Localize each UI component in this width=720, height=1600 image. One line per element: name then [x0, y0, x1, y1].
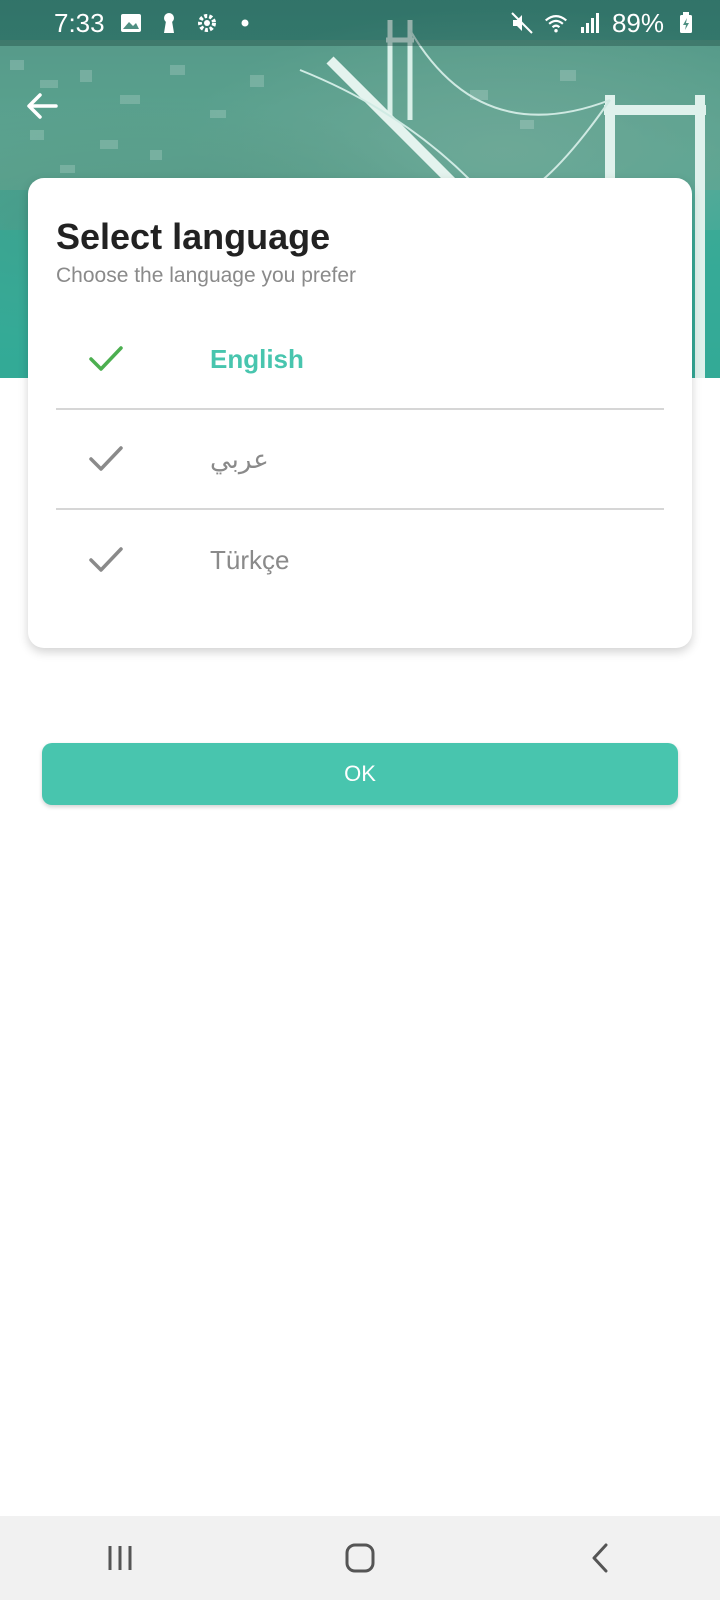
language-card: Select language Choose the language you …	[28, 178, 692, 648]
card-title: Select language	[56, 216, 331, 257]
status-time: 7:33	[54, 7, 105, 38]
battery-charging-icon	[674, 11, 698, 35]
card-subtitle: Choose the language you prefer	[56, 264, 357, 287]
language-option-arabic[interactable]: عربي	[56, 410, 664, 510]
image-icon	[119, 11, 143, 35]
language-label: English	[210, 343, 304, 374]
battery-percentage: 89%	[611, 7, 664, 38]
check-icon	[86, 439, 126, 479]
keyhole-icon	[157, 11, 181, 35]
gear-icon	[195, 11, 219, 35]
back-arrow-button[interactable]	[22, 86, 62, 126]
status-bar: 7:33 89%	[0, 0, 720, 46]
language-label: عربي	[210, 443, 269, 474]
home-button[interactable]	[330, 1528, 390, 1588]
home-icon	[345, 1543, 375, 1573]
language-label: Türkçe	[210, 544, 290, 575]
language-option-turkish[interactable]: Türkçe	[56, 510, 664, 610]
check-icon	[86, 339, 126, 379]
ok-button[interactable]: OK	[42, 743, 678, 805]
status-bar-left: 7:33	[54, 8, 257, 39]
recent-apps-icon	[108, 1546, 132, 1570]
system-back-button[interactable]	[570, 1528, 630, 1588]
recent-apps-button[interactable]	[90, 1528, 150, 1588]
language-list: English عربي Türkçe	[56, 310, 664, 610]
back-icon	[592, 1543, 608, 1573]
signal-icon	[578, 11, 602, 35]
mute-icon	[510, 11, 534, 35]
language-option-english[interactable]: English	[56, 310, 664, 410]
status-bar-right: 89%	[510, 8, 698, 39]
check-icon	[86, 540, 126, 580]
arrow-left-icon	[27, 93, 58, 119]
wifi-icon	[544, 11, 568, 35]
dot-icon	[233, 11, 257, 35]
system-navigation-bar	[0, 1516, 720, 1600]
